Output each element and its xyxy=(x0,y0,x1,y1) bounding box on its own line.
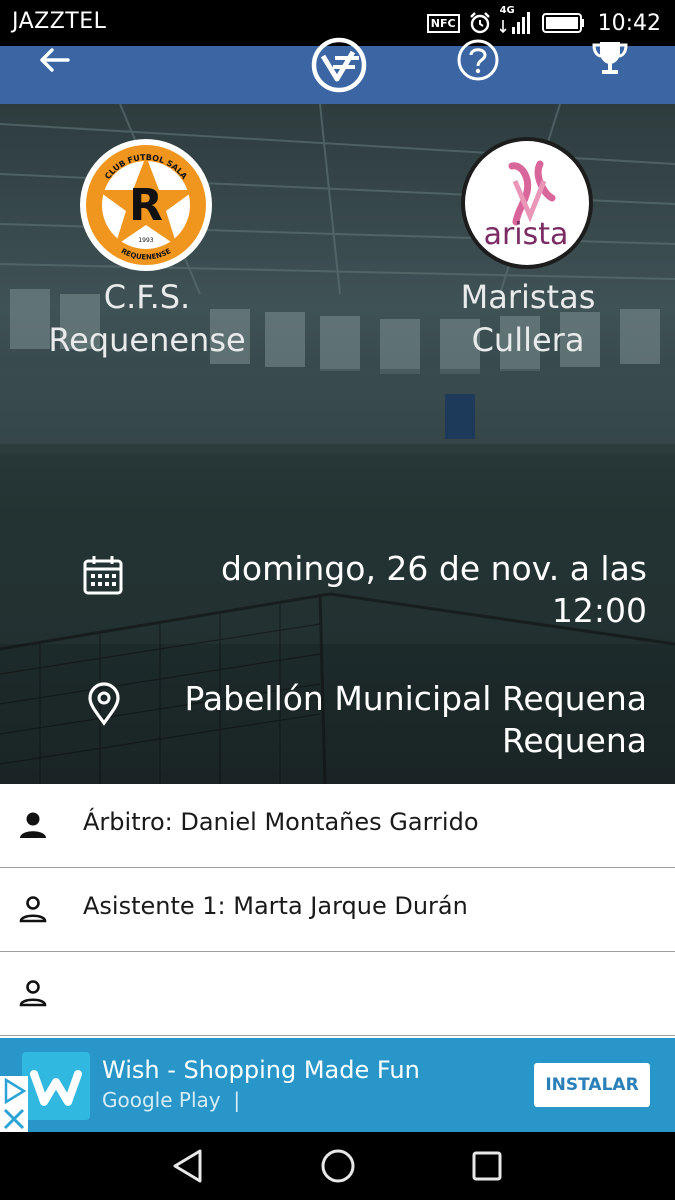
away-team-crest: arista xyxy=(461,137,593,269)
recents-square-icon[interactable] xyxy=(470,1149,504,1183)
referee-name: Árbitro: Daniel Montañes Garrido xyxy=(83,808,479,836)
home-team-name: C.F.S. Requenense xyxy=(48,278,246,359)
svg-text:R: R xyxy=(129,180,163,231)
match-venue[interactable]: Pabellón Municipal Requena Requena xyxy=(185,678,647,762)
person-outline-icon xyxy=(19,896,47,923)
wish-app-icon[interactable] xyxy=(22,1052,90,1120)
person-outline-icon xyxy=(19,980,47,1007)
assistant-1-name: Asistente 1: Marta Jarque Durán xyxy=(83,892,468,920)
status-icons: NFC 4G 10:42 xyxy=(426,5,661,38)
officials-list: Árbitro: Daniel Montañes Garrido Asisten… xyxy=(0,784,675,1036)
alarm-icon xyxy=(469,12,490,34)
navigation-bar xyxy=(0,1132,675,1200)
match-header: R CLUB FUTBOL SALA 1993 REQUENENSE arist… xyxy=(0,104,675,784)
calendar-icon xyxy=(83,556,123,595)
help-icon[interactable] xyxy=(456,38,500,82)
list-item: Árbitro: Daniel Montañes Garrido xyxy=(0,784,675,868)
top-app-bar xyxy=(0,37,675,104)
ad-banner[interactable]: Wish - Shopping Made Fun Google Play | I… xyxy=(0,1038,675,1132)
list-item xyxy=(0,952,675,1036)
network-type: 4G xyxy=(499,5,515,16)
adchoices-icon[interactable] xyxy=(0,1076,28,1132)
nfc-icon: NFC xyxy=(426,13,460,33)
clock: 10:42 xyxy=(597,10,661,36)
carrier-name: JAZZTEL xyxy=(12,9,107,34)
svg-text:1993: 1993 xyxy=(138,237,153,244)
battery-icon xyxy=(541,13,584,33)
match-datetime: domingo, 26 de nov. a las 12:00 xyxy=(220,549,647,630)
location-pin-icon[interactable] xyxy=(86,682,122,726)
federation-logo-icon[interactable] xyxy=(309,36,369,94)
home-circle-icon[interactable] xyxy=(319,1147,357,1185)
trophy-icon[interactable] xyxy=(590,38,630,78)
list-item: Asistente 1: Marta Jarque Durán xyxy=(0,868,675,952)
install-button[interactable]: INSTALAR xyxy=(534,1063,650,1107)
person-filled-icon xyxy=(20,812,46,838)
away-team-name: Maristas Cullera xyxy=(460,278,596,359)
signal-icon: 4G xyxy=(499,5,534,36)
ad-title[interactable]: Wish - Shopping Made Fun xyxy=(102,1056,420,1084)
back-triangle-icon[interactable] xyxy=(170,1147,206,1185)
home-team-crest: R CLUB FUTBOL SALA 1993 REQUENENSE xyxy=(80,139,212,271)
back-arrow-icon[interactable] xyxy=(34,40,74,80)
ad-store-label: Google Play | xyxy=(102,1088,241,1112)
svg-text:arista: arista xyxy=(484,217,569,252)
